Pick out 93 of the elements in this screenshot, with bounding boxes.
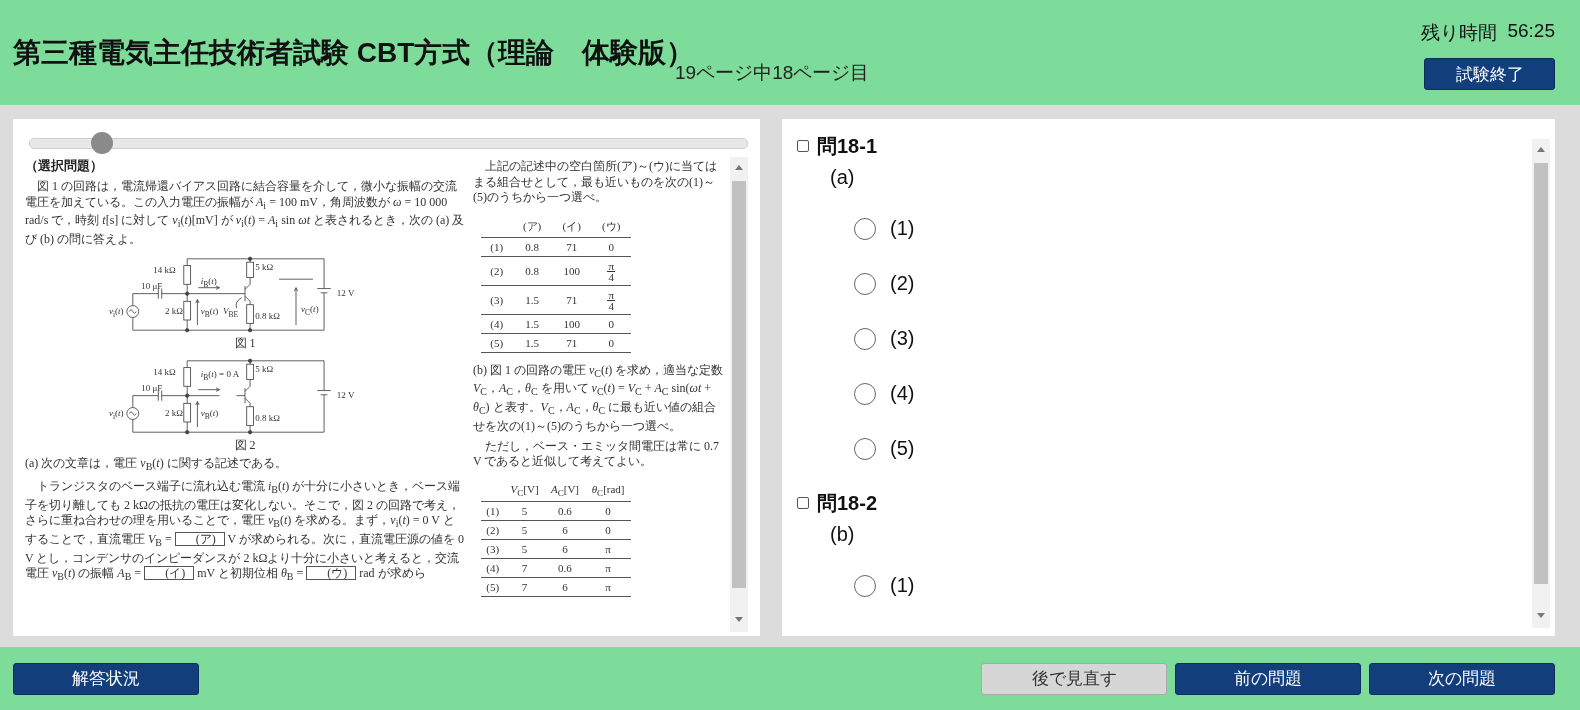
- timer-label: 残り時間: [1421, 21, 1498, 45]
- table-cell: 0.6: [544, 558, 586, 578]
- table-cell: π: [585, 539, 631, 559]
- column-header: (イ): [551, 215, 592, 237]
- table-cell: 7: [504, 558, 545, 578]
- timer-value: 56:25: [1507, 20, 1555, 43]
- circuit-label: v$_{i}$(t): [109, 408, 124, 422]
- circuit-label: i$_{B}$(t): [200, 275, 217, 290]
- question-label: 問18-2: [817, 490, 878, 516]
- circuit-label: 2 kΩ: [165, 408, 184, 419]
- question-part: (b): [830, 523, 856, 546]
- circuit-label: 12 V: [336, 288, 355, 299]
- option-label: (1): [890, 217, 915, 240]
- table-cell: (4): [481, 314, 513, 333]
- table-cell: (1): [481, 501, 505, 521]
- table-cell: π 4: [591, 285, 631, 314]
- table-cell: 1.5: [512, 333, 552, 352]
- option-label: (3): [890, 327, 915, 350]
- table-cell: π: [585, 558, 631, 578]
- table-cell: (5): [481, 577, 505, 597]
- circuit-label: i$_{B}$(t) = 0 A: [200, 369, 240, 383]
- end-exam-button[interactable]: 試験終了: [1424, 58, 1555, 90]
- table-cell: 7: [504, 577, 545, 597]
- circuit-label: V$_{BE}$: [222, 306, 238, 320]
- table-cell: π: [585, 577, 631, 597]
- table-cell: 0: [591, 314, 631, 333]
- circuit-label: 14 kΩ: [153, 265, 176, 276]
- footer-button[interactable]: 前の問題: [1175, 662, 1361, 695]
- footer-button[interactable]: 後で見直す: [981, 662, 1167, 695]
- figure-caption: 図 2: [234, 438, 256, 452]
- table-cell: 71: [551, 333, 592, 352]
- table-cell: 5: [504, 539, 545, 559]
- table-cell: (1): [481, 237, 513, 256]
- page-indicator: 19ページ中18ページ目: [675, 62, 870, 85]
- table-cell: 0: [591, 237, 631, 256]
- figure-caption: 図 1: [234, 336, 256, 350]
- circuit-label: 10 μF: [141, 280, 163, 291]
- table-cell: 0: [591, 333, 631, 352]
- table-cell: (2): [481, 520, 505, 540]
- circuit-label: v$_{B}$(t): [200, 306, 219, 320]
- table-cell: (5): [481, 333, 513, 352]
- option-label: (5): [890, 437, 915, 460]
- problem-text: ただし，ベース・エミッタ間電圧は常に 0.7 V であると近似して考えてよい。: [473, 438, 720, 470]
- circuit-label: 5 kΩ: [255, 261, 274, 272]
- circuit-label: 2 kΩ: [165, 306, 184, 317]
- problem-text: (b) 図 1 の回路の電圧 v$_{C}$(t) を求め，適当な定数 V$_{C}$，A$_{C}$，θ$_{C}$ を用いて v$_{C}$(t) = V$_{C}$ + A$_{C}$ sin(ωt + θ$_{C}$) と表す。V$_{C}$，A$_{C}$，θ$_{C}$ に最も近い値の組合せを次の(1)～(5)のうちから一つ選べ。: [473, 362, 725, 435]
- table-cell: 100: [551, 314, 592, 333]
- table-cell: (4): [481, 558, 505, 578]
- table-cell: 6: [544, 577, 586, 597]
- table-cell: (3): [481, 539, 505, 559]
- problem-text: (a) 次の文章は，電圧 v$_{B}$(t) に関する記述である。: [25, 455, 288, 475]
- circuit-label: v$_{C}$(t): [301, 304, 319, 319]
- problem-text: 図 1 の回路は，電流帰還バイアス回路に結合容量を介して，微小な振幅の交流電圧を加えている。この入力電圧の振幅が A$_{i}$ = 100 mV，角周波数が ω = 10 000 rad/s で，時刻 t[s] に対して v$_{i}$(t)[mV] が v$_{i}$(t) = A$_{i}$ sin ωt と表されるとき，次の (a) 及び (b) の問に答えよ。: [25, 179, 465, 248]
- circuit-label: 14 kΩ: [153, 367, 176, 378]
- table-cell: 0: [585, 501, 631, 521]
- problem-text: 上記の記述中の空白箇所(ア)～(ウ)に当てはまる組合せとして，最も近いものを次の(1)～(5)のうちから一つ選べ。: [473, 159, 718, 206]
- column-header: θ$_{C}$[rad]: [585, 479, 631, 502]
- question-label: 問18-1: [817, 133, 878, 159]
- table-cell: 100: [551, 256, 592, 285]
- table-cell: π 4: [591, 256, 631, 285]
- table-cell: 0: [585, 520, 631, 540]
- circuit-label: 12 V: [336, 390, 355, 401]
- table-cell: 1.5: [512, 285, 552, 314]
- table-cell: (2): [481, 256, 513, 285]
- column-header: (ア): [512, 215, 552, 237]
- question-part: (a): [830, 166, 856, 189]
- table-cell: 0.6: [544, 501, 586, 521]
- table-cell: 6: [544, 520, 586, 540]
- option-label: (4): [890, 382, 915, 405]
- table-cell: 1.5: [512, 314, 552, 333]
- circuit-label: 10 μF: [141, 382, 163, 393]
- circuit-label: 5 kΩ: [255, 363, 274, 374]
- footer-button[interactable]: 次の問題: [1369, 662, 1555, 695]
- column-header: V$_{C}$[V]: [504, 479, 545, 502]
- circuit-label: 0.8 kΩ: [255, 413, 280, 424]
- column-header: (ウ): [591, 215, 631, 237]
- footer-button[interactable]: 解答状況: [13, 662, 199, 695]
- table-cell: 0.8: [512, 237, 552, 256]
- circuit-label: v$_{B}$(t): [200, 408, 219, 422]
- table-cell: (3): [481, 285, 513, 314]
- circuit-label: 0.8 kΩ: [255, 311, 280, 322]
- table-cell: 5: [504, 520, 545, 540]
- section-heading: （選択問題）: [25, 157, 104, 175]
- option-label: (2): [890, 272, 915, 295]
- option-label: (1): [890, 574, 915, 597]
- table-cell: 0.8: [512, 256, 552, 285]
- problem-text: トランジスタのベース端子に流れ込む電流 i$_{B}$(t) が十分に小さいとき，ベース端子を切り離しても 2 kΩの抵抗の電圧は変化しない。そこで，図 2 の回路で考え，さらに重ね合わせの理を用いることで，電圧 v$_{B}$(t) を求める。まず，v$_{i}$(t) = 0 V とすることで，直流電圧 V$_{B}$ = (ア) V が求められる。次に，直流電圧源の値を 0 V とし，コンデンサのインピーダンスが 2 kΩより十分に小さいと考えると，交流電圧 v$_{B}$(t) の振幅 A$_{B}$ = (イ) mV と初期位相 θ$_{B}$ = (ウ) rad が求めら: [25, 478, 465, 585]
- table-cell: 5: [504, 501, 545, 521]
- table-cell: 71: [551, 285, 592, 314]
- column-header: A$_{C}$[V]: [544, 479, 586, 502]
- table-cell: 6: [544, 539, 586, 559]
- circuit-label: v$_{i}$(t): [109, 306, 124, 320]
- table-cell: 71: [551, 237, 592, 256]
